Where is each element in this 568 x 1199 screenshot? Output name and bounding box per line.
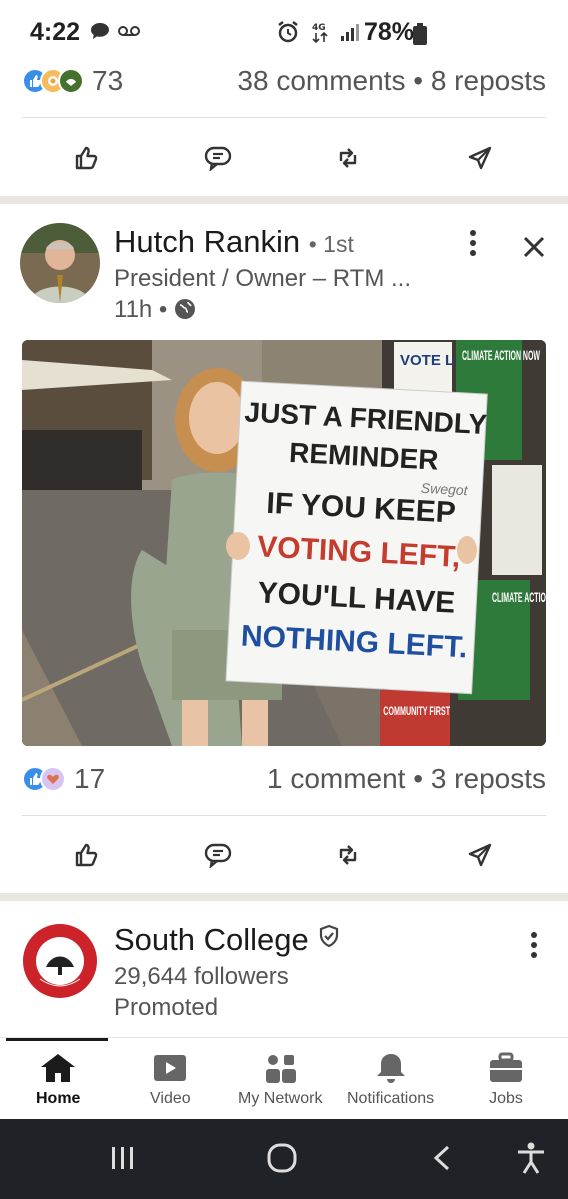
promo-more-options-button[interactable] xyxy=(527,930,541,968)
reaction-summary[interactable]: 73 xyxy=(22,65,123,97)
home-system-button[interactable] xyxy=(266,1142,298,1174)
voicemail-icon xyxy=(118,25,140,37)
poster-signature: Swegot xyxy=(421,480,470,498)
south-college-logo[interactable] xyxy=(20,921,100,1001)
author-headline: President / Owner – RTM ... xyxy=(114,265,411,292)
like-button[interactable] xyxy=(56,825,116,885)
prev-post-stats: 73 38 comments • 8 reposts xyxy=(0,65,568,105)
post-reaction-summary[interactable]: 17 xyxy=(22,763,105,795)
recent-apps-icon xyxy=(112,1147,133,1169)
bell-icon xyxy=(374,1052,408,1084)
love-reaction-icon xyxy=(40,766,66,792)
post-action-bar xyxy=(0,825,568,885)
author-name[interactable]: Hutch Rankin • 1st xyxy=(114,224,354,260)
nav-video[interactable]: Video xyxy=(150,1052,191,1108)
feed-separator xyxy=(0,893,568,901)
bottom-navigation: Home Video My Network Notifications Jobs xyxy=(0,1037,568,1119)
active-tab-indicator xyxy=(6,1038,108,1041)
divider xyxy=(22,815,546,816)
connection-degree: • 1st xyxy=(308,231,354,257)
repost-icon xyxy=(335,145,361,171)
promo-name-text: South College xyxy=(114,922,309,957)
divider xyxy=(22,117,546,118)
comment-icon xyxy=(204,842,232,868)
accessibility-icon xyxy=(518,1142,544,1174)
feed-separator xyxy=(0,196,568,204)
post-comments-reposts-count[interactable]: 1 comment • 3 reposts xyxy=(267,763,546,795)
author-avatar[interactable] xyxy=(20,223,100,303)
system-navigation-bar xyxy=(0,1119,568,1199)
more-options-button[interactable] xyxy=(466,228,480,266)
alarm-icon xyxy=(276,20,300,44)
action-bar xyxy=(0,128,568,188)
video-icon xyxy=(152,1052,188,1084)
close-icon xyxy=(523,236,545,258)
repost-button[interactable] xyxy=(318,825,378,885)
verified-icon xyxy=(317,924,341,948)
repost-button[interactable] xyxy=(318,128,378,188)
comment-icon xyxy=(204,145,232,171)
promo-name[interactable]: South College xyxy=(114,922,341,958)
comments-reposts-count[interactable]: 38 comments • 8 reposts xyxy=(237,65,546,97)
nav-label-jobs: Jobs xyxy=(489,1090,523,1107)
sign-climate-2: CLIMATE ACTION NOW xyxy=(492,591,546,606)
battery-percent: 78% xyxy=(364,18,415,46)
more-vertical-icon xyxy=(531,932,537,958)
support-reaction-icon xyxy=(58,68,84,94)
nav-label-video: Video xyxy=(150,1090,191,1107)
status-bar: 4:22 4G 78% xyxy=(0,0,568,62)
sign-community: COMMUNITY FIRST xyxy=(383,705,450,718)
back-button[interactable] xyxy=(428,1143,456,1173)
nav-home[interactable]: Home xyxy=(36,1052,80,1108)
promo-followers: 29,644 followers xyxy=(114,963,289,990)
nav-jobs[interactable]: Jobs xyxy=(488,1052,524,1108)
my-network-icon xyxy=(262,1052,298,1084)
author-name-text: Hutch Rankin xyxy=(114,224,301,259)
reaction-count: 73 xyxy=(92,65,124,96)
recent-apps-button[interactable] xyxy=(108,1143,138,1173)
send-button[interactable] xyxy=(450,825,510,885)
nav-notifications[interactable]: Notifications xyxy=(347,1052,434,1108)
send-button[interactable] xyxy=(450,128,510,188)
globe-icon xyxy=(174,298,196,320)
close-post-button[interactable] xyxy=(521,230,547,269)
post-image[interactable]: VOTE LOCAL JUST A FRIENDLY REMINDER IF Y… xyxy=(22,340,546,746)
post-stats: 17 1 comment • 3 reposts xyxy=(0,763,568,803)
more-vertical-icon xyxy=(470,230,476,256)
back-chevron-icon xyxy=(433,1145,450,1171)
svg-text:4G: 4G xyxy=(312,23,326,33)
like-button[interactable] xyxy=(56,128,116,188)
send-icon xyxy=(467,145,493,171)
4g-lte-icon: 4G xyxy=(310,20,330,44)
accessibility-button[interactable] xyxy=(514,1141,548,1175)
battery-icon xyxy=(412,22,428,46)
repost-icon xyxy=(335,842,361,868)
nav-label-notifications: Notifications xyxy=(347,1090,435,1107)
chat-bubble-icon xyxy=(90,22,110,40)
post-reaction-count: 17 xyxy=(74,763,106,794)
briefcase-icon xyxy=(488,1052,524,1084)
like-icon xyxy=(73,842,99,868)
nav-label-home: Home xyxy=(36,1090,81,1107)
home-icon xyxy=(39,1052,77,1084)
sign-climate-1: CLIMATE ACTION NOW xyxy=(462,349,540,364)
home-circle-icon xyxy=(267,1143,297,1173)
comment-button[interactable] xyxy=(188,825,248,885)
send-icon xyxy=(467,842,493,868)
comment-button[interactable] xyxy=(188,128,248,188)
promoted-label: Promoted xyxy=(114,994,219,1021)
status-time: 4:22 xyxy=(30,18,81,46)
post-time: 11h • xyxy=(114,296,196,324)
nav-my-network[interactable]: My Network xyxy=(238,1052,322,1108)
post-time-text: 11h • xyxy=(114,296,168,323)
like-icon xyxy=(73,145,99,171)
nav-label-my-network: My Network xyxy=(238,1090,323,1107)
signal-icon xyxy=(340,22,362,42)
